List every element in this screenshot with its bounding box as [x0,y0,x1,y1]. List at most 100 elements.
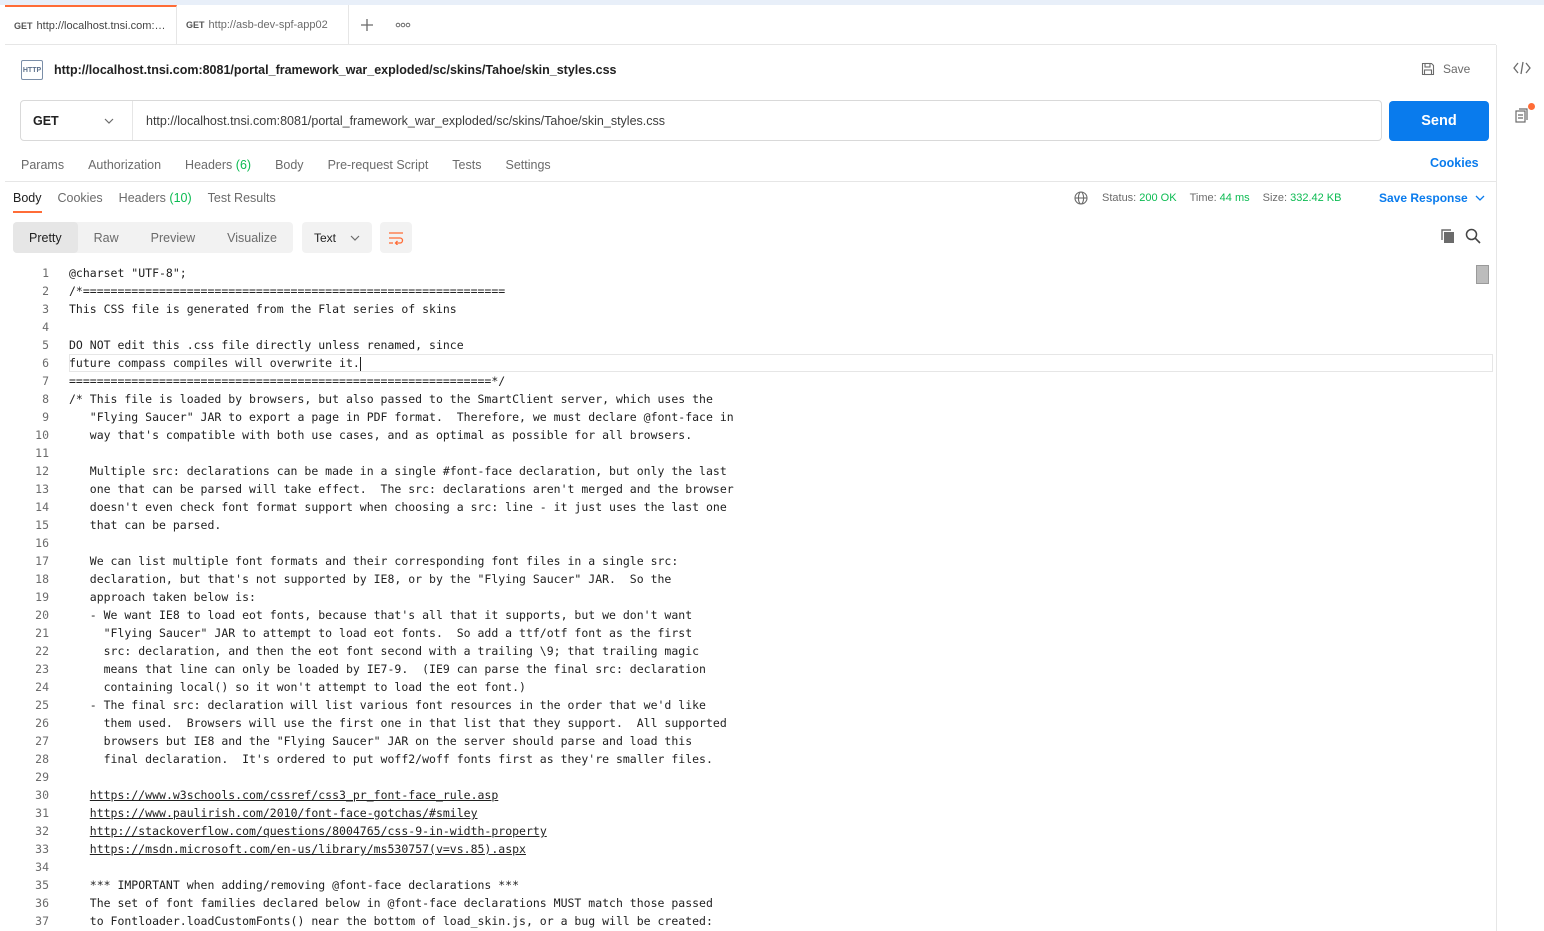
line-number: 19 [35,590,49,604]
line-content: http://stackoverflow.com/questions/80047… [69,822,547,840]
code-line[interactable]: 21 "Flying Saucer" JAR to attempt to loa… [5,624,1475,642]
code-line[interactable]: 37 to Fontloader.loadCustomFonts() near … [5,912,1475,930]
view-mode-segment: Pretty Raw Preview Visualize [13,222,293,253]
code-link[interactable]: https://msdn.microsoft.com/en-us/library… [90,842,526,856]
code-line[interactable]: 12 Multiple src: declarations can be mad… [5,462,1475,480]
code-line[interactable]: 28 final declaration. It's ordered to pu… [5,750,1475,768]
response-tab-cookies[interactable]: Cookies [58,191,103,205]
tab-authorization[interactable]: Authorization [88,158,161,172]
code-link[interactable]: http://stackoverflow.com/questions/80047… [90,824,547,838]
line-number: 20 [35,608,49,622]
format-select[interactable]: Text [302,222,372,253]
code-line[interactable]: 29 [5,768,1475,786]
code-line[interactable]: 36 The set of font families declared bel… [5,894,1475,912]
status-label: Status: [1102,192,1137,204]
response-tab-body[interactable]: Body [13,191,42,213]
request-tab-active[interactable]: GET http://localhost.tnsi.com:8081/porta… [5,5,177,44]
more-tabs-button[interactable] [385,5,421,44]
code-line[interactable]: 7 =======================================… [5,372,1475,390]
code-line[interactable]: 18 declaration, but that's not supported… [5,570,1475,588]
tab-body[interactable]: Body [275,158,304,172]
code-icon [1513,61,1531,75]
method-select[interactable]: GET [21,101,133,140]
code-scrollbar-thumb[interactable] [1476,265,1489,284]
save-response-button[interactable]: Save Response [1379,189,1485,207]
status-value[interactable]: 200 OK [1139,192,1176,204]
text-caret [359,356,361,371]
line-content: DO NOT edit this .css file directly unle… [69,338,464,352]
copy-icon[interactable] [1440,228,1456,249]
line-number: 32 [35,824,49,838]
save-button[interactable]: Save [1421,58,1470,80]
code-line[interactable]: 5 DO NOT edit this .css file directly unl… [5,336,1475,354]
code-line[interactable]: 24 containing local() so it won't attemp… [5,678,1475,696]
code-line[interactable]: 8 /* This file is loaded by browsers, but… [5,390,1475,408]
wrap-lines-button[interactable] [380,222,412,253]
code-line[interactable]: 17 We can list multiple font formats and… [5,552,1475,570]
code-link[interactable]: https://www.paulirish.com/2010/font-face… [90,806,478,820]
code-line[interactable]: 27 browsers but IE8 and the "Flying Sauc… [5,732,1475,750]
cookies-link[interactable]: Cookies [1430,156,1479,170]
view-pretty[interactable]: Pretty [13,222,78,253]
size-value[interactable]: 332.42 KB [1290,192,1341,204]
code-line[interactable]: 32 http://stackoverflow.com/questions/80… [5,822,1475,840]
code-line[interactable]: 31 https://www.paulirish.com/2010/font-f… [5,804,1475,822]
search-icon[interactable] [1465,228,1481,249]
line-content: https://www.w3schools.com/cssref/css3_pr… [69,786,499,804]
code-line[interactable]: 11 [5,444,1475,462]
code-line[interactable]: 22 src: declaration, and then the eot fo… [5,642,1475,660]
url-input[interactable]: http://localhost.tnsi.com:8081/portal_fr… [133,114,665,128]
code-line[interactable]: 1 @charset "UTF-8"; [5,264,1475,282]
code-line[interactable]: 14 doesn't even check font format suppor… [5,498,1475,516]
line-number: 24 [35,680,49,694]
line-content: declaration, but that's not supported by… [69,572,672,586]
chevron-down-icon [350,235,360,241]
code-line[interactable]: 3 This CSS file is generated from the Fla… [5,300,1475,318]
code-line[interactable]: 34 [5,858,1475,876]
code-line[interactable]: 15 that can be parsed. [5,516,1475,534]
code-line[interactable]: 20 - We want IE8 to load eot fonts, beca… [5,606,1475,624]
line-number: 3 [42,302,49,316]
code-scrollbar[interactable] [1475,264,1489,931]
code-link[interactable]: https://www.w3schools.com/cssref/css3_pr… [90,788,499,802]
line-content: means that line can only be loaded by IE… [69,662,706,676]
tab-headers[interactable]: Headers (6) [185,158,251,172]
request-title[interactable]: http://localhost.tnsi.com:8081/portal_fr… [54,63,616,77]
size-label: Size: [1262,192,1288,204]
view-preview[interactable]: Preview [135,222,211,253]
tab-prerequest-script[interactable]: Pre-request Script [328,158,429,172]
code-line[interactable]: 23 means that line can only be loaded by… [5,660,1475,678]
code-line[interactable]: 16 [5,534,1475,552]
request-tab[interactable]: GET http://asb-dev-spf-app02 [177,5,349,44]
context-info-button[interactable] [1511,103,1535,127]
line-content: "Flying Saucer" JAR to attempt to load e… [69,626,693,640]
view-raw[interactable]: Raw [78,222,135,253]
globe-icon[interactable] [1074,191,1088,205]
code-line[interactable]: 4 [5,318,1475,336]
code-line[interactable]: 6 future compass compiles will overwrite … [5,354,1475,372]
line-content: @charset "UTF-8"; [69,266,187,280]
send-button[interactable]: Send [1389,101,1489,141]
code-line[interactable]: 10 way that's compatible with both use c… [5,426,1475,444]
tab-settings[interactable]: Settings [505,158,550,172]
new-tab-button[interactable] [349,5,385,44]
code-line[interactable]: 2 /*=====================================… [5,282,1475,300]
line-content: doesn't even check font format support w… [69,500,727,514]
tab-url: http://asb-dev-spf-app02 [208,18,328,31]
code-line[interactable]: 26 them used. Browsers will use the firs… [5,714,1475,732]
code-line[interactable]: 33 https://msdn.microsoft.com/en-us/libr… [5,840,1475,858]
time-value[interactable]: 44 ms [1220,192,1250,204]
code-line[interactable]: 13 one that can be parsed will take effe… [5,480,1475,498]
response-body-code[interactable]: 1 @charset "UTF-8"; 2 /*===================… [5,264,1475,931]
code-line[interactable]: 25 - The final src: declaration will lis… [5,696,1475,714]
tab-tests[interactable]: Tests [452,158,481,172]
code-line[interactable]: 35 *** IMPORTANT when adding/removing @f… [5,876,1475,894]
code-snippet-button[interactable] [1511,57,1533,79]
code-line[interactable]: 19 approach taken below is: [5,588,1475,606]
view-visualize[interactable]: Visualize [211,222,293,253]
tab-params[interactable]: Params [21,158,64,172]
response-tab-headers[interactable]: Headers (10) [119,191,192,205]
code-line[interactable]: 30 https://www.w3schools.com/cssref/css3… [5,786,1475,804]
code-line[interactable]: 9 "Flying Saucer" JAR to export a page i… [5,408,1475,426]
response-tab-test-results[interactable]: Test Results [208,191,276,205]
